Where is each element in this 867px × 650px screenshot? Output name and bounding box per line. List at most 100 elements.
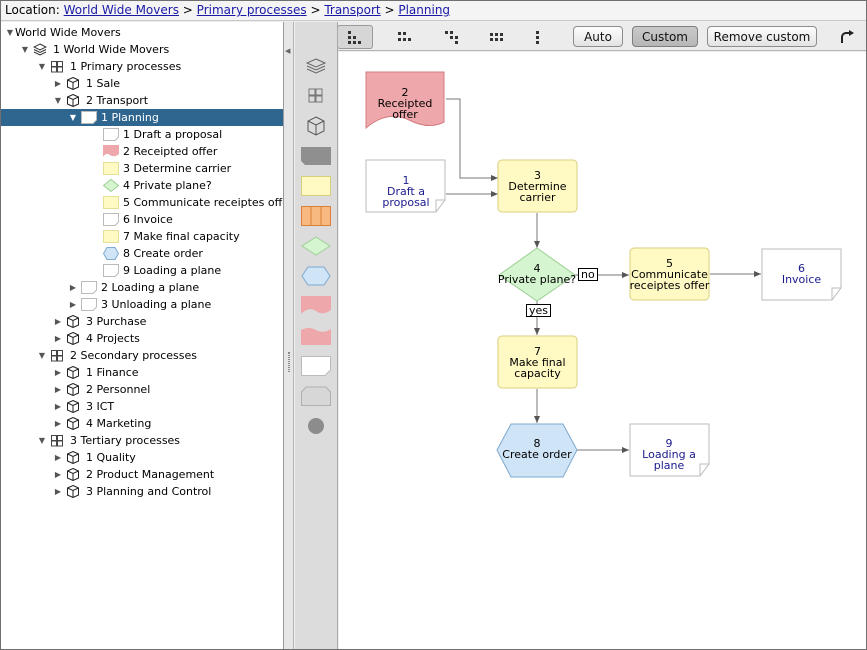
tree-node[interactable]: ▼ 3 Tertiary processes	[1, 432, 283, 449]
breadcrumb-planning[interactable]: Planning	[398, 3, 450, 17]
collapsed-triangle-icon[interactable]: ▶	[53, 75, 63, 92]
expanded-triangle-icon[interactable]: ▼	[37, 347, 47, 364]
breadcrumb-transport[interactable]: Transport	[324, 3, 380, 17]
diagram-canvas[interactable]: 2 Receipted offer 1 Draft a proposal 3 D…	[339, 52, 866, 649]
palette-wave-shape[interactable]	[301, 325, 331, 347]
layout-vertical-icon	[536, 31, 539, 44]
expanded-triangle-icon[interactable]: ▼	[37, 58, 47, 75]
auto-button[interactable]: Auto	[573, 26, 623, 47]
process-tree: ▼ World Wide Movers ▼ 1 World Wide Movers ▼ 1…	[1, 22, 284, 649]
tree-node[interactable]: ▼ 1 World Wide Movers	[1, 41, 283, 58]
layout-vertical-button[interactable]	[528, 25, 548, 49]
process-box-icon	[103, 230, 119, 243]
subprocess-box-icon	[301, 206, 331, 226]
expanded-triangle-icon[interactable]: ▼	[37, 432, 47, 449]
collapsed-triangle-icon[interactable]: ▶	[53, 381, 63, 398]
tree-leaf[interactable]: 7 Make final capacity	[1, 228, 283, 245]
tree-node[interactable]: ▶ 1 Finance	[1, 364, 283, 381]
tree-leaf[interactable]: 4 Private plane?	[1, 177, 283, 194]
decision-diamond-icon	[301, 236, 331, 256]
tree-leaf[interactable]: 5 Communicate receiptes offer	[1, 194, 283, 211]
palette-layers-shape[interactable]	[301, 55, 331, 77]
collapsed-triangle-icon[interactable]: ▶	[53, 398, 63, 415]
collapsed-triangle-icon[interactable]: ▶	[53, 313, 63, 330]
palette-document-shape[interactable]	[301, 295, 331, 317]
tree-node[interactable]: ▶ 3 ICT	[1, 398, 283, 415]
tree-node[interactable]: ▶ 3 Purchase	[1, 313, 283, 330]
collapsed-triangle-icon[interactable]: ▶	[68, 279, 78, 296]
cube-cluster-icon	[50, 434, 64, 447]
layout-grid-button[interactable]	[483, 25, 511, 49]
collapsed-triangle-icon[interactable]: ▶	[53, 449, 63, 466]
node-9-label: 9 Loading a plane	[627, 438, 711, 471]
tree-leaf[interactable]: 2 Receipted offer	[1, 143, 283, 160]
collapse-arrow-icon[interactable]: ◀	[285, 47, 290, 55]
tree-node[interactable]: ▼ 2 Secondary processes	[1, 347, 283, 364]
cube-icon	[66, 450, 80, 465]
expanded-triangle-icon[interactable]: ▼	[20, 41, 30, 58]
cube-icon	[66, 365, 80, 380]
tree-node[interactable]: ▶ 2 Loading a plane	[1, 279, 283, 296]
tree-item-label: 4 Private plane?	[123, 179, 212, 192]
edge-label-yes: yes	[526, 304, 552, 317]
layout-tree-button[interactable]	[337, 25, 373, 49]
cube-icon	[66, 416, 80, 431]
tree-node[interactable]: ▶ 2 Personnel	[1, 381, 283, 398]
tree-node[interactable]: ▶ 3 Unloading a plane	[1, 296, 283, 313]
tree-item-label: 3 Determine carrier	[123, 162, 232, 175]
expanded-triangle-icon[interactable]: ▼	[5, 24, 15, 41]
palette-event-shape[interactable]	[301, 265, 331, 287]
tree-leaf[interactable]: 3 Determine carrier	[1, 160, 283, 177]
node-1-text: Draft a proposal	[382, 185, 430, 209]
cube-cluster-icon	[308, 88, 323, 103]
palette-tab-shape[interactable]	[301, 385, 331, 407]
tree-leaf[interactable]: 8 Create order	[1, 245, 283, 262]
panel-splitter[interactable]: ◀	[284, 22, 294, 649]
palette-subprocess-shape[interactable]	[301, 205, 331, 227]
tree-root[interactable]: ▼ World Wide Movers	[1, 24, 283, 41]
layout-staircase-button[interactable]	[438, 25, 466, 49]
tree-leaf[interactable]: 9 Loading a plane	[1, 262, 283, 279]
tree-leaf[interactable]: 6 Invoice	[1, 211, 283, 228]
palette-dark-block-shape[interactable]	[301, 145, 331, 167]
redo-button[interactable]	[835, 25, 859, 49]
tree-item-label: 1 Finance	[86, 366, 139, 379]
collapsed-triangle-icon[interactable]: ▶	[53, 364, 63, 381]
node-7-text-line2: capacity	[514, 367, 561, 380]
palette-cube-shape[interactable]	[301, 115, 331, 137]
tree-node[interactable]: ▼ 1 Primary processes	[1, 58, 283, 75]
tree-node[interactable]: ▶ 4 Marketing	[1, 415, 283, 432]
tree-leaf[interactable]: 1 Draft a proposal	[1, 126, 283, 143]
expanded-triangle-icon[interactable]: ▼	[53, 92, 63, 109]
custom-button[interactable]: Custom	[632, 26, 698, 47]
breadcrumb-primary-processes[interactable]: Primary processes	[197, 3, 307, 17]
tree-node[interactable]: ▶ 2 Product Management	[1, 466, 283, 483]
palette-cubes-shape[interactable]	[301, 85, 331, 107]
splitter-grip[interactable]	[288, 352, 290, 372]
paper-icon	[81, 298, 97, 311]
collapsed-triangle-icon[interactable]: ▶	[53, 466, 63, 483]
collapsed-triangle-icon[interactable]: ▶	[53, 483, 63, 500]
palette-decision-shape[interactable]	[301, 235, 331, 257]
node-6-text: Invoice	[781, 273, 822, 286]
collapsed-triangle-icon[interactable]: ▶	[68, 296, 78, 313]
tree-node[interactable]: ▶ 3 Planning and Control	[1, 483, 283, 500]
tree-item-label: 1 Planning	[101, 111, 159, 124]
tree-node[interactable]: ▶ 4 Projects	[1, 330, 283, 347]
collapsed-triangle-icon[interactable]: ▶	[53, 330, 63, 347]
collapsed-triangle-icon[interactable]: ▶	[53, 415, 63, 432]
expanded-triangle-icon[interactable]: ▼	[68, 109, 78, 126]
tree-node[interactable]: ▶ 1 Sale	[1, 75, 283, 92]
palette-process-shape[interactable]	[301, 175, 331, 197]
node-4-label: 4 Private plane?	[495, 263, 579, 285]
layout-horizontal-button[interactable]	[391, 25, 419, 49]
tree-node[interactable]: ▼ 1 Planning	[1, 109, 283, 126]
breadcrumb-world-wide-movers[interactable]: World Wide Movers	[64, 3, 179, 17]
tree-node[interactable]: ▶ 1 Quality	[1, 449, 283, 466]
palette-circle-shape[interactable]	[301, 415, 331, 437]
receipted-offer-icon	[103, 145, 119, 158]
node-3-text-line2: carrier	[519, 191, 556, 204]
tree-node[interactable]: ▼ 2 Transport	[1, 92, 283, 109]
remove-custom-button[interactable]: Remove custom	[707, 26, 817, 47]
palette-paper-shape[interactable]	[301, 355, 331, 377]
